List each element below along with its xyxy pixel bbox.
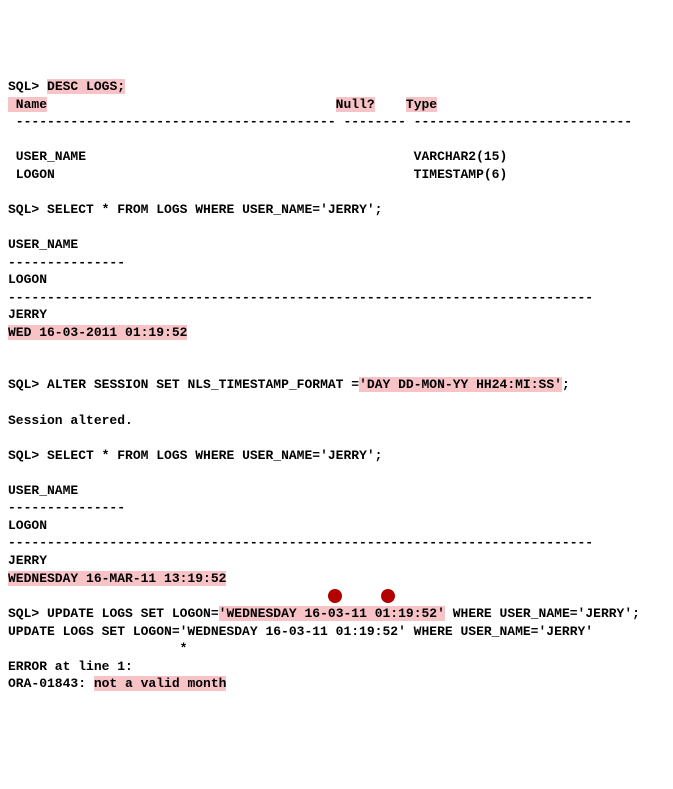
desc-row-username-type: VARCHAR2(15) <box>414 149 508 164</box>
cmd-update-echo: UPDATE LOGS SET LOGON='WEDNESDAY 16-03-1… <box>8 624 593 639</box>
desc-col-type: Type <box>406 97 437 112</box>
result2-logon: WEDNESDAY 16-MAR-11 13:19:52 <box>8 571 226 586</box>
result1-logon: WED 16-03-2011 01:19:52 <box>8 325 187 340</box>
desc-row-username-name: USER_NAME <box>8 149 86 164</box>
col-header-logon: LOGON <box>8 272 47 287</box>
red-dot-icon <box>381 589 395 603</box>
red-dot-icon <box>328 589 342 603</box>
cmd-alter-session-format: 'DAY DD-MON-YY HH24:MI:SS' <box>359 377 562 392</box>
result1-user: JERRY <box>8 307 47 322</box>
desc-row-logon-name: LOGON <box>8 167 55 182</box>
cmd-select-1: SELECT * FROM LOGS WHERE USER_NAME='JERR… <box>47 202 382 217</box>
error-message: not a valid month <box>94 676 227 691</box>
col-header-username: USER_NAME <box>8 483 78 498</box>
cmd-alter-session-post: ; <box>562 377 570 392</box>
session-altered-msg: Session altered. <box>8 413 133 428</box>
desc-col-name: Name <box>8 97 47 112</box>
cmd-desc-logs: DESC LOGS; <box>47 79 125 94</box>
col-header-username: USER_NAME <box>8 237 78 252</box>
error-code: ORA-01843: <box>8 676 94 691</box>
annotation-dots <box>8 587 665 605</box>
cmd-update-post: WHERE USER_NAME='JERRY'; <box>445 606 640 621</box>
terminal-output: SQL> DESC LOGS; Name Null? Type --------… <box>8 78 665 693</box>
rule-long: ----------------------------------------… <box>8 290 593 305</box>
cmd-update-value: 'WEDNESDAY 16-03-11 01:19:52' <box>219 606 445 621</box>
desc-col-null: Null? <box>336 97 375 112</box>
sql-prompt: SQL> <box>8 202 47 217</box>
sql-prompt: SQL> <box>8 606 47 621</box>
sql-prompt: SQL> <box>8 377 47 392</box>
desc-rule: ----------------------------------------… <box>8 114 632 129</box>
error-caret: * <box>8 641 187 656</box>
rule-short: --------------- <box>8 500 125 515</box>
sql-prompt: SQL> <box>8 448 47 463</box>
cmd-update-pre: UPDATE LOGS SET LOGON= <box>47 606 219 621</box>
sql-prompt: SQL> <box>8 79 47 94</box>
col-header-logon: LOGON <box>8 518 47 533</box>
result2-user: JERRY <box>8 553 47 568</box>
rule-long: ----------------------------------------… <box>8 535 593 550</box>
desc-row-logon-type: TIMESTAMP(6) <box>414 167 508 182</box>
cmd-alter-session-pre: ALTER SESSION SET NLS_TIMESTAMP_FORMAT = <box>47 377 359 392</box>
rule-short: --------------- <box>8 255 125 270</box>
error-line-header: ERROR at line 1: <box>8 659 133 674</box>
cmd-select-2: SELECT * FROM LOGS WHERE USER_NAME='JERR… <box>47 448 382 463</box>
